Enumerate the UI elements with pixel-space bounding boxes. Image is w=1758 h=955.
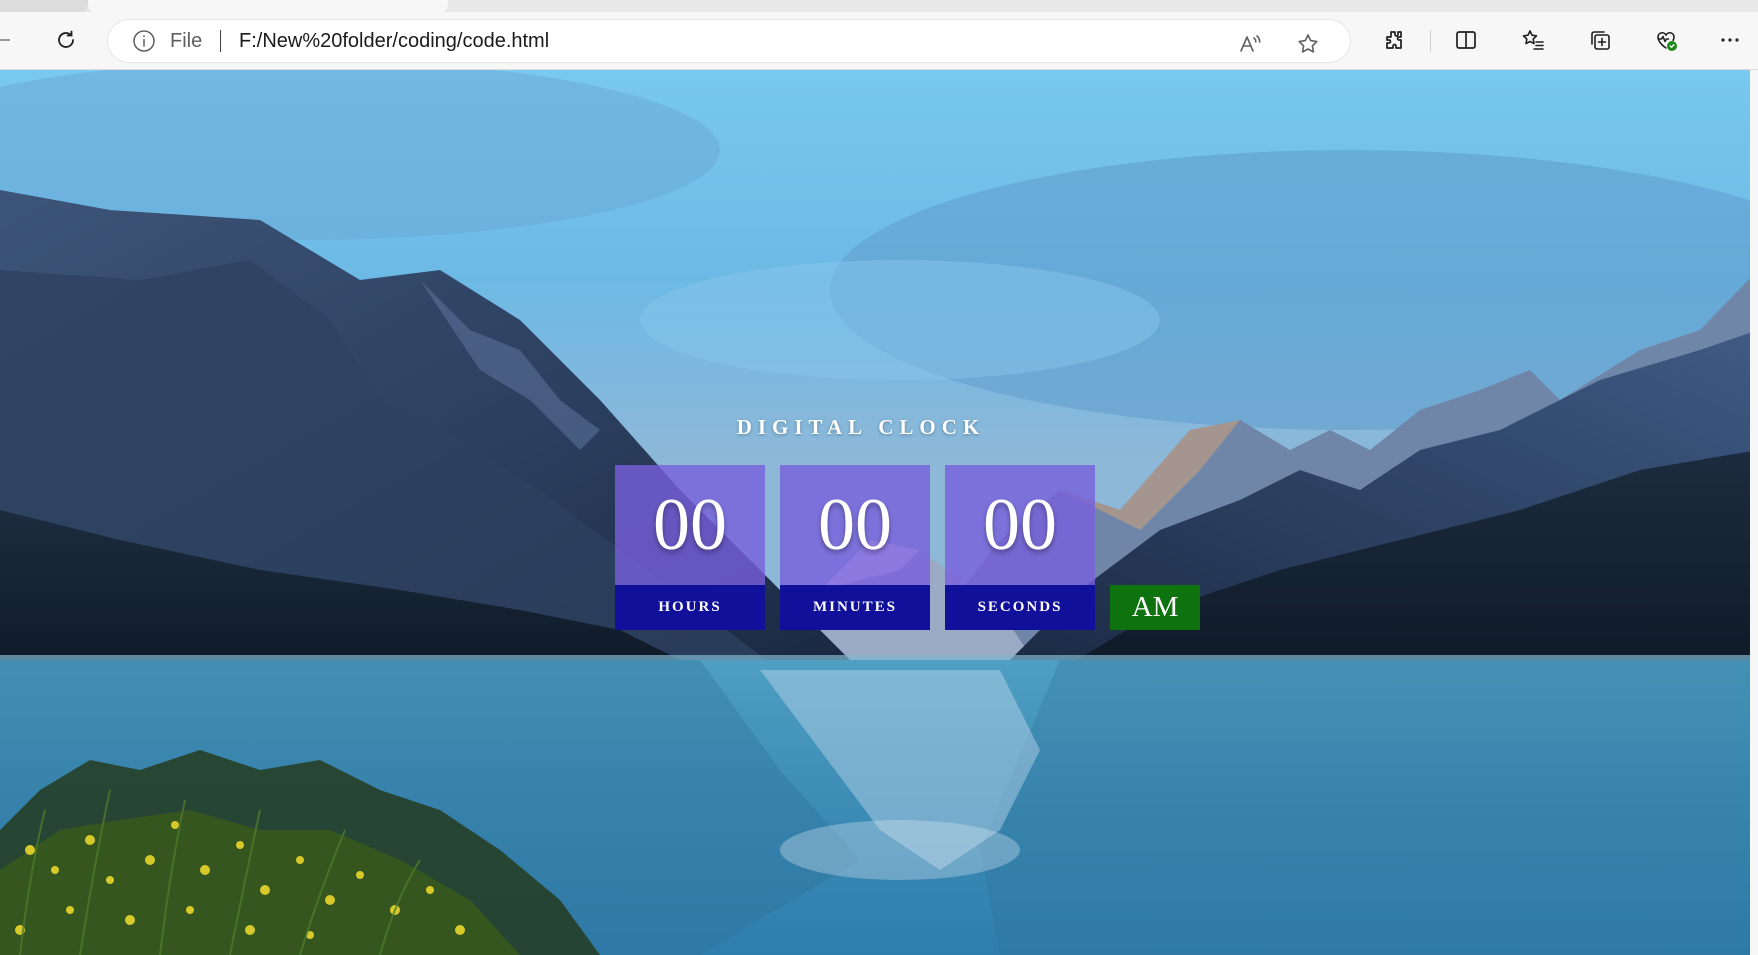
page-viewport: DIGITAL CLOCK 00 HOURS 00 MINUTES 00 SEC… — [0, 70, 1758, 955]
tab-strip — [0, 0, 1758, 12]
read-aloud-icon[interactable] — [1232, 26, 1268, 62]
am-pm-indicator: AM — [1110, 585, 1200, 630]
hours-unit: 00 HOURS — [615, 465, 765, 630]
hours-label: HOURS — [615, 585, 765, 630]
digital-clock: DIGITAL CLOCK 00 HOURS 00 MINUTES 00 SEC… — [0, 70, 1758, 955]
seconds-unit: 00 SECONDS — [945, 465, 1095, 630]
favorites-icon[interactable] — [1515, 22, 1551, 58]
inactive-tab[interactable] — [0, 0, 88, 12]
address-scheme-label: File — [170, 30, 203, 52]
browser-essentials-icon[interactable] — [1648, 22, 1684, 58]
split-screen-icon[interactable] — [1448, 22, 1484, 58]
url-field[interactable] — [239, 30, 1119, 53]
address-bar[interactable]: File — [108, 20, 1350, 62]
minutes-unit: 00 MINUTES — [780, 465, 930, 630]
seconds-label: SECONDS — [945, 585, 1095, 630]
back-button-edge[interactable] — [0, 39, 10, 41]
collections-icon[interactable] — [1582, 22, 1618, 58]
favorite-star-icon[interactable] — [1290, 26, 1326, 62]
more-icon[interactable] — [1712, 22, 1748, 58]
info-icon[interactable] — [132, 29, 156, 53]
extensions-icon[interactable] — [1376, 22, 1412, 58]
clock-title: DIGITAL CLOCK — [736, 415, 986, 439]
seconds-value: 00 — [945, 465, 1095, 585]
reload-icon[interactable] — [48, 22, 84, 58]
hours-value: 00 — [615, 465, 765, 585]
browser-toolbar: File — [0, 12, 1758, 70]
active-tab[interactable] — [88, 0, 448, 12]
toolbar-divider — [1430, 30, 1431, 52]
minutes-value: 00 — [780, 465, 930, 585]
minutes-label: MINUTES — [780, 585, 930, 630]
address-separator — [220, 30, 221, 52]
